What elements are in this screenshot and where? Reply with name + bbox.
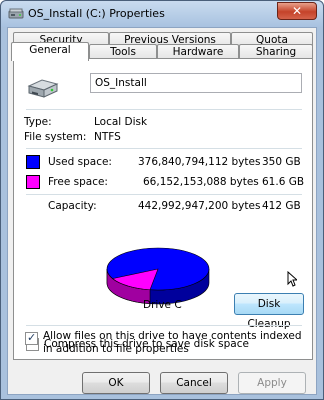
separator (26, 148, 302, 149)
disk-cleanup-button[interactable]: Disk Cleanup (234, 293, 304, 330)
type-value: Local Disk (94, 116, 148, 128)
apply-label: Apply (257, 377, 287, 389)
tab-label: Sharing (255, 46, 297, 58)
type-label: Type: (24, 116, 52, 128)
free-space-bytes: 66,152,153,088 bytes (143, 176, 259, 188)
separator (26, 109, 302, 110)
used-space-swatch (26, 155, 40, 169)
title-bar[interactable]: OS_Install (C:) Properties ✕ (1, 1, 323, 27)
separator (26, 194, 302, 195)
hard-drive-icon (27, 79, 59, 98)
used-space-label: Used space: (48, 156, 112, 168)
capacity-label: Capacity: (48, 200, 97, 212)
close-button[interactable]: ✕ (277, 2, 317, 20)
drive-caption: Drive C (143, 299, 182, 311)
free-space-label: Free space: (48, 176, 108, 188)
properties-window: OS_Install (C:) Properties ✕ Security Pr… (0, 0, 324, 400)
drive-icon (8, 8, 24, 19)
tab-label: General (29, 44, 71, 56)
free-space-size: 61.6 GB (262, 176, 305, 188)
tab-label: Tools (110, 46, 136, 58)
cancel-button[interactable]: Cancel (160, 372, 228, 394)
mouse-cursor-icon (287, 271, 297, 287)
used-space-bytes: 376,840,794,112 bytes (138, 156, 261, 168)
close-icon: ✕ (291, 4, 303, 18)
dialog-client: Security Previous Versions Quota General… (7, 27, 317, 395)
free-space-swatch (26, 175, 40, 189)
index-label: Allow files on this drive to have conten… (43, 330, 302, 355)
index-checkbox[interactable]: ✓ (25, 331, 38, 345)
checkmark-icon: ✓ (27, 331, 37, 344)
drive-name-input[interactable] (90, 73, 302, 93)
ok-button[interactable]: OK (82, 372, 150, 394)
file-system-value: NTFS (94, 131, 121, 143)
disk-usage-pie-chart (106, 247, 210, 305)
tab-label: Hardware (172, 46, 224, 58)
window-title: OS_Install (C:) Properties (28, 7, 165, 20)
capacity-size: 412 GB (262, 200, 301, 212)
cancel-label: Cancel (176, 377, 212, 389)
separator (26, 325, 302, 326)
apply-button[interactable]: Apply (238, 372, 306, 394)
tab-general[interactable]: General (11, 42, 89, 61)
capacity-bytes: 442,992,947,200 bytes (138, 200, 261, 212)
general-panel: Type: Local Disk File system: NTFS Used … (13, 58, 313, 360)
file-system-label: File system: (24, 131, 87, 143)
used-space-size: 350 GB (262, 156, 301, 168)
ok-label: OK (108, 377, 124, 389)
